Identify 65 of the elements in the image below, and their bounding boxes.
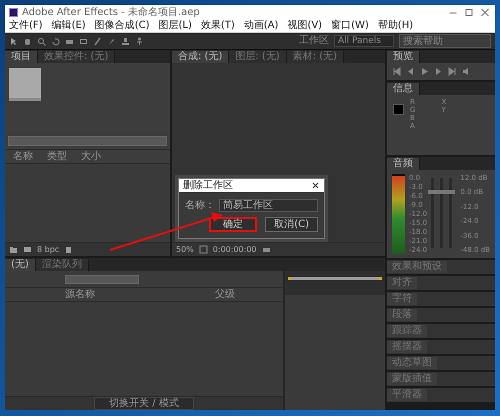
maximize-icon[interactable] [463, 8, 475, 16]
layer-search-field[interactable] [65, 274, 139, 284]
speaker-icon[interactable] [462, 67, 471, 76]
menu-item[interactable]: 窗口(W) [331, 20, 369, 32]
composition-icon[interactable] [23, 245, 32, 254]
previous-frame-icon[interactable] [406, 67, 415, 76]
panel-tab[interactable]: 音频 [387, 158, 420, 170]
rectangle-icon[interactable] [79, 36, 88, 46]
menu-item[interactable]: 图层(L) [158, 20, 192, 32]
grid-icon[interactable] [198, 245, 208, 254]
menu-item[interactable]: 文件(F) [9, 20, 43, 32]
column-header[interactable]: 大小 [81, 151, 101, 162]
dialog-title: 删除工作区 [183, 180, 233, 192]
column-header[interactable]: 源名称 [65, 289, 95, 300]
panel-tab[interactable]: 项目 [5, 51, 38, 63]
panel-tab[interactable]: 信息 [387, 83, 420, 95]
window-title: Adobe After Effects - 未命名项目.aep [22, 6, 200, 19]
slider-thumb[interactable] [446, 190, 456, 194]
panel-tab[interactable]: 合成: (无) [172, 51, 230, 63]
name-label: 名称： [185, 199, 215, 212]
panel-tab[interactable]: 效果控件: (无) [38, 51, 116, 63]
menu-item[interactable]: 编辑(E) [52, 20, 86, 32]
app-logo-icon [9, 8, 18, 16]
pen-icon[interactable] [93, 36, 102, 46]
folder-icon[interactable] [9, 245, 18, 254]
workspace-label: 工作区 [299, 35, 329, 47]
brush-icon[interactable] [107, 36, 116, 46]
timecode[interactable]: 0:00:00:00 [212, 245, 256, 254]
panel-tab[interactable]: 图层: (无) [229, 51, 287, 63]
cancel-button[interactable]: 取消(C) [265, 217, 318, 232]
slider-thumb[interactable] [428, 190, 438, 194]
panel-tab[interactable]: (无) [5, 259, 36, 271]
zoom-dropdown[interactable]: 50% [176, 245, 194, 254]
help-search-field[interactable]: 搜索帮助 [399, 34, 491, 48]
thumbnail-placeholder [9, 68, 41, 101]
search-icon[interactable] [37, 36, 46, 46]
toggle-switches-modes-button[interactable]: 切换开关 / 模式 [94, 397, 194, 410]
column-header[interactable]: 名称 [13, 151, 33, 162]
ok-button[interactable]: 确定 [209, 217, 258, 232]
first-frame-icon[interactable] [392, 67, 401, 76]
pointer-icon[interactable] [9, 36, 18, 46]
menu-item[interactable]: 视图(V) [287, 20, 322, 32]
work-area-bar[interactable] [288, 276, 382, 280]
menu-item[interactable]: 图像合成(C) [94, 20, 150, 32]
bit-depth-button[interactable]: 8 bpc [37, 245, 60, 254]
next-frame-icon[interactable] [434, 67, 443, 76]
puppet-icon[interactable] [135, 36, 144, 46]
stamp-icon[interactable] [121, 36, 130, 46]
last-frame-icon[interactable] [448, 67, 457, 76]
color-swatch [393, 104, 404, 115]
play-icon[interactable] [420, 67, 429, 76]
workspace-dropdown[interactable]: All Panels [334, 35, 394, 47]
menu-item[interactable]: 帮助(H) [378, 20, 414, 32]
menu-item[interactable]: 效果(T) [200, 20, 235, 32]
panel-tab[interactable]: 预览 [387, 51, 420, 63]
column-header[interactable]: 类型 [47, 151, 67, 162]
panel-tab[interactable]: 渲染队列 [36, 259, 89, 271]
close-icon[interactable] [311, 181, 320, 190]
column-header[interactable]: 父级 [215, 289, 235, 300]
workspace-name-dropdown[interactable]: 简易工作区 [219, 198, 318, 212]
project-search-field[interactable] [8, 136, 167, 146]
slider-thumb[interactable] [437, 190, 446, 194]
menu-item[interactable]: 动画(A) [244, 20, 278, 32]
rotate-icon[interactable] [51, 36, 60, 46]
panel-tab[interactable]: 素材: (无) [286, 51, 344, 63]
